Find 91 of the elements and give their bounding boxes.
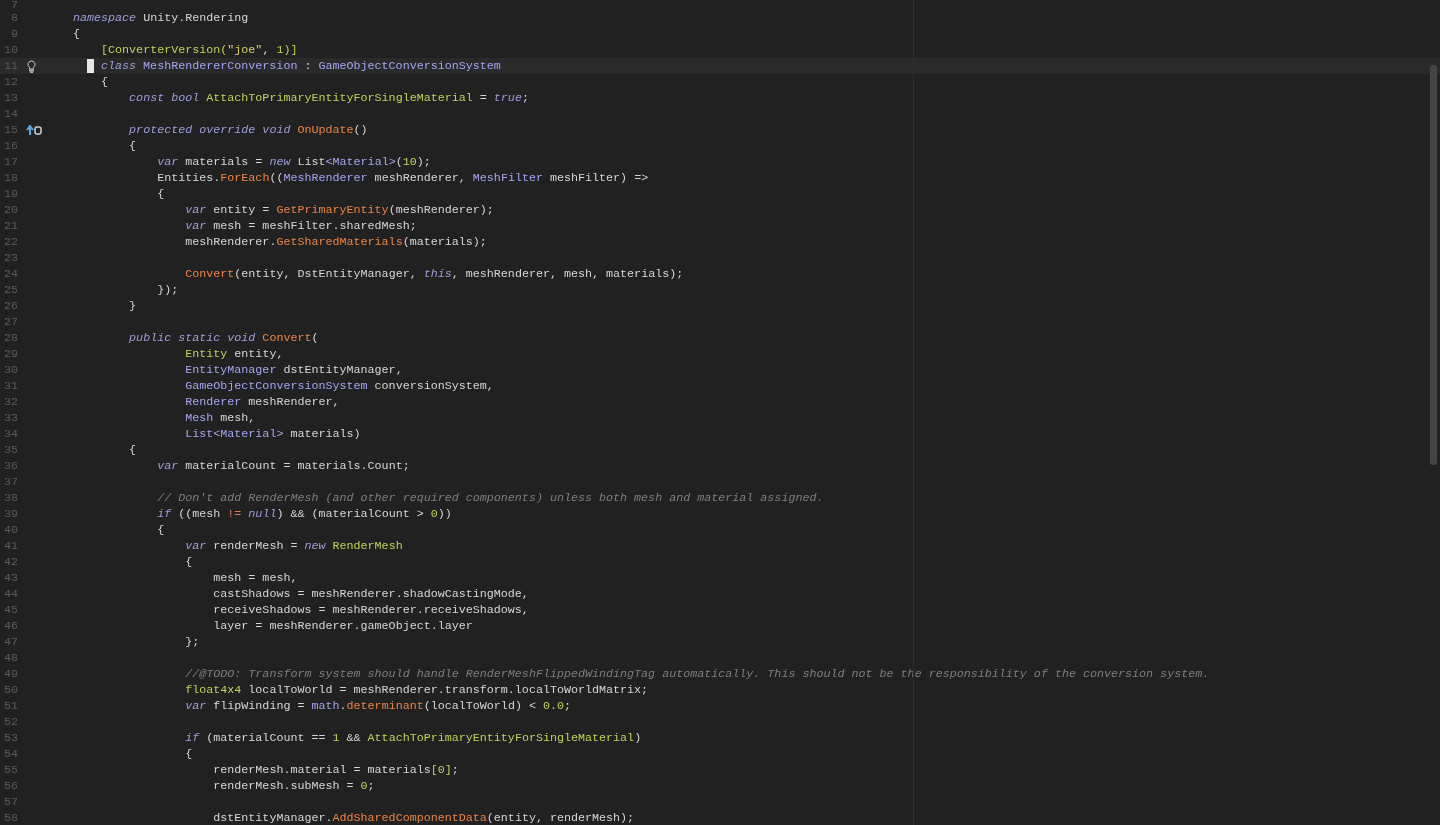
code-line: } (128, 298, 137, 314)
code-line: meshRenderer.GetSharedMaterials(materials); (184, 234, 487, 250)
code-line: renderMesh.subMesh = 0; (212, 778, 375, 794)
line-number: 13 (2, 90, 18, 106)
code-line: Entities.ForEach((MeshRenderer meshRenderer, MeshFilter meshFilter) => (156, 170, 649, 186)
code-line: { (128, 138, 137, 154)
line-number: 24 (2, 266, 18, 282)
code-line: EntityManager dstEntityManager, (184, 362, 403, 378)
code-line: var flipWinding = math.determinant(localToWorld) < 0.0; (184, 698, 571, 714)
code-line: if ((mesh != null) && (materialCount > 0)) (156, 506, 452, 522)
code-line: { (73, 26, 80, 42)
code-line: Renderer meshRenderer, (184, 394, 340, 410)
line-number: 38 (2, 490, 18, 506)
code-line: var renderMesh = new RenderMesh (184, 538, 403, 554)
line-number: 30 (2, 362, 18, 378)
line-number: 22 (2, 234, 18, 250)
line-number: 46 (2, 618, 18, 634)
line-number: 45 (2, 602, 18, 618)
line-number: 23 (2, 250, 18, 266)
line-number: 36 (2, 458, 18, 474)
code-line: { (184, 554, 193, 570)
line-number: 35 (2, 442, 18, 458)
line-number: 43 (2, 570, 18, 586)
code-line: { (156, 186, 165, 202)
line-number: 10 (2, 42, 18, 58)
line-number: 52 (2, 714, 18, 730)
code-line: var entity = GetPrimaryEntity(meshRenderer); (184, 202, 494, 218)
line-number: 12 (2, 74, 18, 90)
line-number: 31 (2, 378, 18, 394)
line-number: 27 (2, 314, 18, 330)
code-line: dstEntityManager.AddSharedComponentData(entity, renderMesh); (212, 810, 635, 825)
line-number: 33 (2, 410, 18, 426)
code-line: float4x4 localToWorld = meshRenderer.transform.localToWorldMatrix; (184, 682, 649, 698)
line-number: 47 (2, 634, 18, 650)
code-line: castShadows = meshRenderer.shadowCastingMode, (212, 586, 529, 602)
code-line: if (materialCount == 1 && AttachToPrimaryEntityForSingleMaterial) (184, 730, 642, 746)
line-number: 26 (2, 298, 18, 314)
line-number: 17 (2, 154, 18, 170)
code-line: //@TODO: Transform system should handle RenderMeshFlippedWindingTag automatically. This should not be the responsibility of the conversion system. (184, 666, 1210, 682)
line-number: 40 (2, 522, 18, 538)
code-line: // Don't add RenderMesh (and other required components) unless both mesh and material assigned. (156, 490, 824, 506)
code-line: { (156, 522, 165, 538)
line-number: 56 (2, 778, 18, 794)
code-line: Convert(entity, DstEntityManager, this, meshRenderer, mesh, materials); (184, 266, 684, 282)
code-line: var mesh = meshFilter.sharedMesh; (184, 218, 417, 234)
code-line: var materialCount = materials.Count; (156, 458, 410, 474)
line-number: 25 (2, 282, 18, 298)
arrow-circle-icon[interactable] (26, 125, 42, 135)
code-line: class MeshRendererConversion : GameObjectConversionSystem (100, 58, 501, 74)
line-number: 42 (2, 554, 18, 570)
line-number: 49 (2, 666, 18, 682)
line-number: 50 (2, 682, 18, 698)
lightbulb-icon[interactable] (26, 59, 37, 73)
line-number: 16 (2, 138, 18, 154)
code-line: [ConverterVersion("joe", 1)] (100, 42, 298, 58)
code-line: receiveShadows = meshRenderer.receiveShadows, (212, 602, 529, 618)
line-number: 29 (2, 346, 18, 362)
scrollbar[interactable] (1430, 65, 1437, 465)
code-line: Mesh mesh, (184, 410, 256, 426)
code-line: { (184, 746, 193, 762)
code-line: GameObjectConversionSystem conversionSystem, (184, 378, 494, 394)
code-line: { (128, 442, 137, 458)
line-number: 57 (2, 794, 18, 810)
code-line: renderMesh.material = materials[0]; (212, 762, 459, 778)
line-number: 21 (2, 218, 18, 234)
line-number: 44 (2, 586, 18, 602)
line-number: 39 (2, 506, 18, 522)
code-line: { (100, 74, 109, 90)
code-line: namespace Unity.Rendering (73, 10, 249, 26)
line-number: 37 (2, 474, 18, 490)
code-line: var materials = new List<Material>(10); (156, 154, 431, 170)
code-line: const bool AttachToPrimaryEntityForSingleMaterial = true; (128, 90, 529, 106)
line-number: 7 (10, 0, 18, 10)
line-number: 20 (2, 202, 18, 218)
line-number: 34 (2, 426, 18, 442)
code-line: protected override void OnUpdate() (128, 122, 368, 138)
line-number: 28 (2, 330, 18, 346)
code-line: List<Material> materials) (184, 426, 361, 442)
code-line: mesh = mesh, (212, 570, 298, 586)
line-number: 41 (2, 538, 18, 554)
code-line: }); (156, 282, 179, 298)
code-line: public static void Convert( (128, 330, 319, 346)
text-cursor (87, 59, 94, 73)
line-number: 48 (2, 650, 18, 666)
line-number: 53 (2, 730, 18, 746)
line-number: 54 (2, 746, 18, 762)
code-line: Entity entity, (184, 346, 284, 362)
line-number: 32 (2, 394, 18, 410)
line-number: 14 (2, 106, 18, 122)
code-line: layer = meshRenderer.gameObject.layer (212, 618, 473, 634)
code-line: }; (184, 634, 200, 650)
